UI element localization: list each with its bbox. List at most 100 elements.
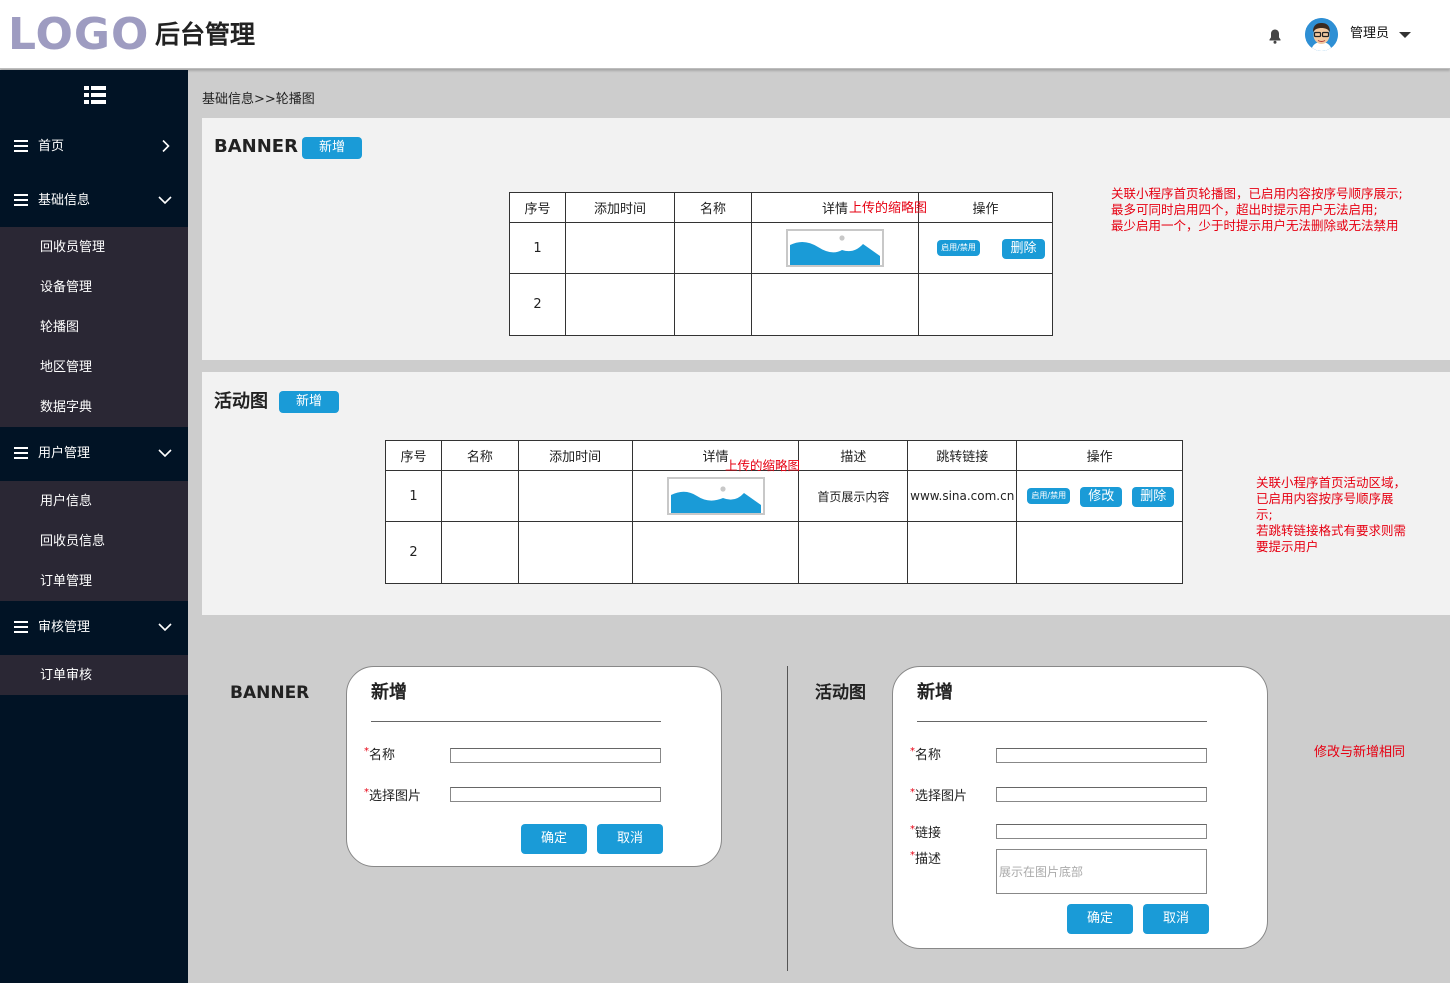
sidebar-group-basic-info[interactable]: 基础信息 [0,174,188,228]
sidebar-item-orders[interactable]: 订单管理 [40,573,92,590]
banner-add-button[interactable]: 新增 [302,137,362,159]
sidebar-item-carousel[interactable]: 轮播图 [40,319,79,336]
image-label: *选择图片 [910,787,968,806]
table-cell [565,273,675,336]
sidebar-group-users[interactable]: 用户管理 [0,427,188,481]
logo: LOGO [8,9,150,60]
confirm-button[interactable]: 确定 [521,824,587,854]
table-cell [798,521,909,584]
menu-toggle-icon[interactable] [84,86,106,104]
link-input[interactable] [996,824,1207,839]
divider [917,721,1207,722]
sidebar-group-label: 首页 [38,139,65,154]
description-textarea[interactable]: 展示在图片底部 [996,849,1207,894]
name-input[interactable] [450,748,661,763]
sidebar-submenu-basic-info: 回收员管理 设备管理 轮播图 地区管理 数据字典 [0,227,188,427]
avatar[interactable] [1305,18,1338,51]
vertical-divider [787,666,788,971]
required-mark: * [910,746,915,757]
row-index: 1 [509,222,566,274]
list-icon [14,140,28,152]
column-header: 名称 [674,192,752,223]
name-label: *名称 [910,746,942,765]
top-header: LOGO 后台管理 管理员 [0,0,1450,69]
thumbnail-annotation: 上传的缩略图 [725,458,801,473]
cancel-button[interactable]: 取消 [1143,904,1209,934]
sidebar-group-review[interactable]: 审核管理 [0,601,188,655]
banner-add-dialog: 新增 *名称 *选择图片 确定 取消 [346,666,722,867]
sidebar-item-order-review[interactable]: 订单审核 [40,667,92,684]
toggle-enable-button[interactable]: 启用/禁用 [937,240,980,256]
table-cell: 启用/禁用 删除 [918,222,1053,274]
link-cell: www.sina.com.cn [907,470,1018,522]
chevron-right-icon [162,140,170,152]
column-header: 序号 [509,192,566,223]
field-label: 名称 [915,748,942,763]
dialog-title: 新增 [917,682,953,703]
table-cell: 启用/禁用 修改 删除 [1016,470,1183,522]
breadcrumb: 基础信息>>轮播图 [202,92,315,107]
bell-icon[interactable] [1267,28,1283,44]
table-cell [751,222,919,274]
table-cell [674,222,752,274]
required-mark: * [910,787,915,798]
column-header: 添加时间 [517,440,633,471]
table-cell [565,222,675,274]
user-name[interactable]: 管理员 [1350,25,1389,43]
image-picker-input[interactable] [450,787,661,802]
column-header: 跳转链接 [907,440,1018,471]
table-header-row: 序号 添加时间 名称 详情 操作 [509,192,1053,223]
sidebar-item-region[interactable]: 地区管理 [40,359,92,376]
image-placeholder-icon [670,486,761,513]
section-title: 活动图 [815,683,866,703]
sidebar-item-device[interactable]: 设备管理 [40,279,92,296]
thumbnail-annotation: 上传的缩略图 [849,201,928,216]
row-index: 2 [385,521,442,584]
field-label: 名称 [369,748,396,763]
activity-add-button[interactable]: 新增 [279,391,339,413]
name-input[interactable] [996,748,1207,763]
sidebar-group-label: 基础信息 [38,193,91,208]
cancel-button[interactable]: 取消 [597,824,663,854]
image-thumbnail [666,477,765,515]
field-label: 选择图片 [369,789,422,804]
table-cell [631,521,800,584]
form-annotation: 修改与新增相同 [1314,745,1406,760]
required-mark: * [364,787,369,798]
field-label: 描述 [915,852,942,867]
section-title: 活动图 [214,391,268,412]
description-cell: 首页展示内容 [798,470,909,522]
link-label: *链接 [910,824,942,843]
sidebar-item-dictionary[interactable]: 数据字典 [40,399,92,416]
field-label: 选择图片 [915,789,968,804]
column-header: 名称 [440,440,519,471]
image-thumbnail [786,229,884,267]
sidebar-item-collector-info[interactable]: 回收员信息 [40,533,105,550]
sidebar-item-collector[interactable]: 回收员管理 [40,239,105,256]
table-cell [440,470,519,522]
banner-annotation: 关联小程序首页轮播图，已启用内容按序号顺序展示; 最多可同时启用四个，超出时提示… [1111,186,1403,233]
delete-button[interactable]: 删除 [1002,239,1045,259]
required-mark: * [910,824,915,835]
dialog-title: 新增 [371,682,407,703]
image-picker-input[interactable] [996,787,1207,802]
divider [371,721,661,722]
column-header: 序号 [385,440,442,471]
sidebar-group-home[interactable]: 首页 [0,120,188,174]
list-icon [14,194,28,206]
delete-button[interactable]: 删除 [1132,487,1175,507]
chevron-down-icon[interactable] [1399,32,1411,38]
toggle-enable-button[interactable]: 启用/禁用 [1027,488,1071,504]
table-cell [674,273,752,336]
field-label: 链接 [915,826,942,841]
edit-button[interactable]: 修改 [1080,487,1123,507]
description-label: *描述 [910,850,942,869]
table-row: 2 [509,273,1053,336]
confirm-button[interactable]: 确定 [1067,904,1133,934]
sidebar: 首页 基础信息 回收员管理 设备管理 轮播图 地区管理 数据字典 用户管理 用户… [0,70,188,983]
table-cell [440,521,519,584]
sidebar-submenu-review: 订单审核 [0,655,188,695]
banner-table: 序号 添加时间 名称 详情 操作 1 启用/禁用 删除 2 [509,192,1053,336]
sidebar-item-user-info[interactable]: 用户信息 [40,493,92,510]
required-mark: * [910,850,915,861]
